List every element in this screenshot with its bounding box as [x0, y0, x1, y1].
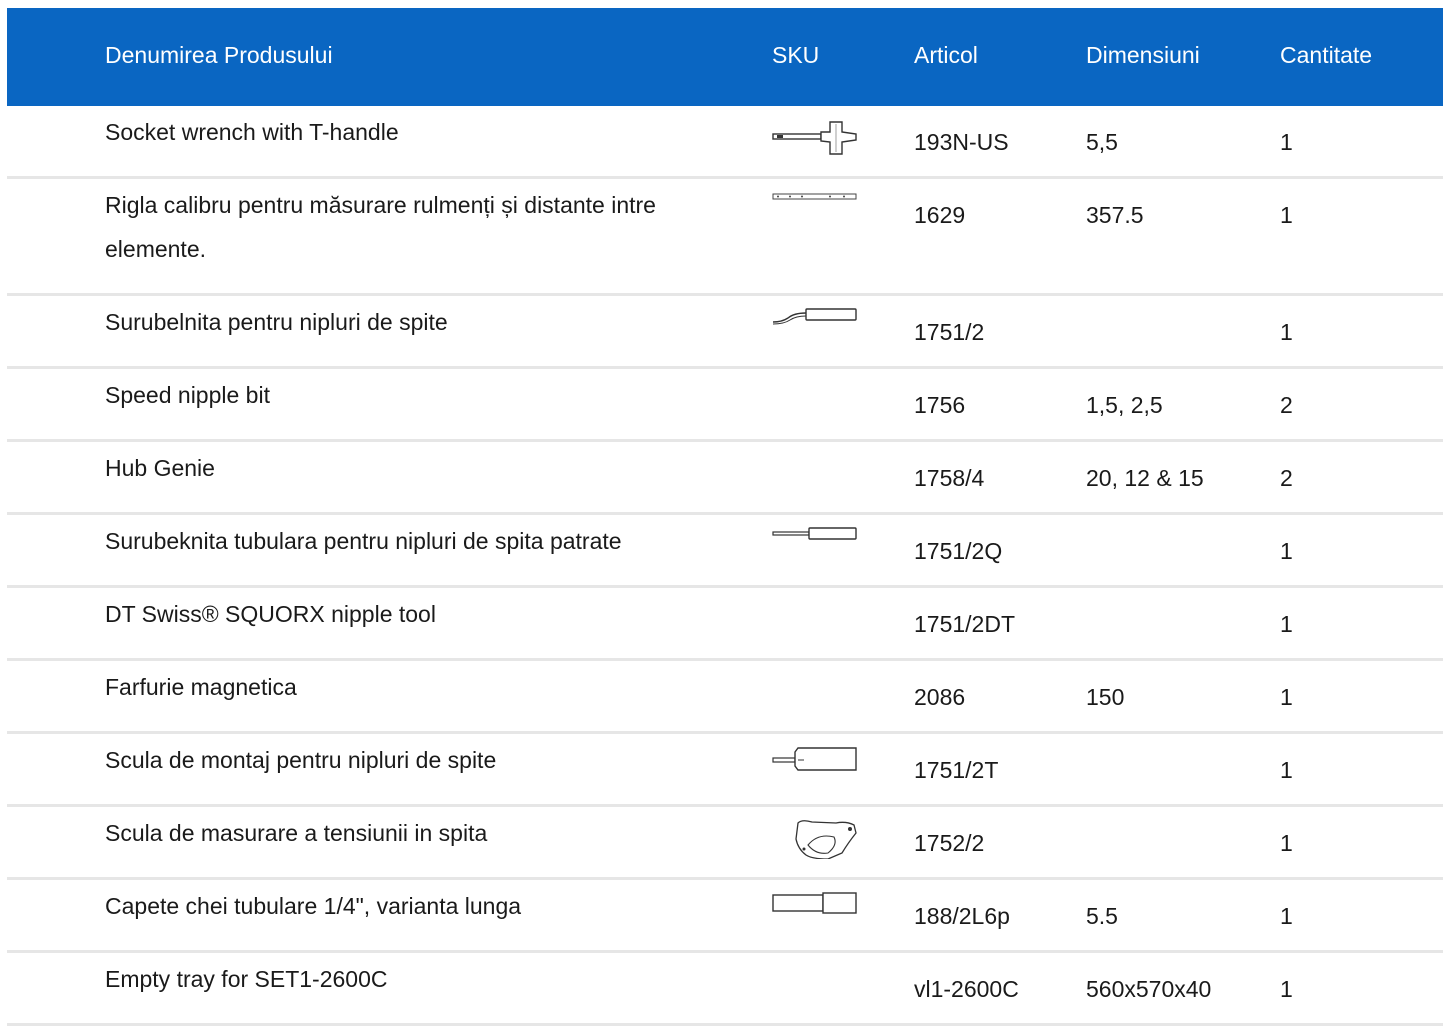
- table-row: Socket wrench with T-handle 193N-US 5,5 1: [7, 106, 1443, 179]
- table-row: DT Swiss® SQUORX nipple tool 1751/2DT 1: [7, 588, 1443, 661]
- product-name: Surubeknita tubulara pentru nipluri de s…: [105, 528, 622, 554]
- product-name: Surubelnita pentru nipluri de spite: [105, 309, 448, 335]
- product-name: Socket wrench with T-handle: [105, 119, 399, 145]
- screwdriver-icon[interactable]: [772, 527, 858, 567]
- measuring-ruler-icon[interactable]: [772, 191, 858, 231]
- nipple-driver-icon[interactable]: [772, 746, 858, 786]
- product-dimensiuni: 1,5, 2,5: [1086, 392, 1163, 418]
- product-dimensiuni: 5.5: [1086, 903, 1118, 929]
- table-body: Socket wrench with T-handle 193N-US 5,5 1 Ri…: [7, 106, 1443, 1026]
- product-articol: 2086: [914, 684, 966, 710]
- header-articol[interactable]: Articol: [914, 8, 978, 106]
- product-name: Scula de masurare a tensiunii in spita: [105, 820, 488, 846]
- product-articol: 188/2L6p: [914, 903, 1010, 929]
- product-cantitate: 1: [1280, 611, 1293, 637]
- product-name: Rigla calibru pentru măsurare rulmenți ș…: [105, 192, 656, 262]
- product-cantitate: 1: [1280, 684, 1293, 710]
- product-dimensiuni: 20, 12 & 15: [1086, 465, 1204, 491]
- header-dimensiuni[interactable]: Dimensiuni: [1086, 8, 1200, 106]
- product-articol: 1629: [914, 202, 966, 228]
- product-articol: 1751/2Q: [914, 538, 1003, 564]
- table-row: Surubeknita tubulara pentru nipluri de s…: [7, 515, 1443, 588]
- product-name: Empty tray for SET1-2600C: [105, 966, 388, 992]
- product-dimensiuni: 357.5: [1086, 202, 1144, 228]
- table-row: Surubelnita pentru nipluri de spite 1751/…: [7, 296, 1443, 369]
- table-row: Scula de montaj pentru nipluri de spite 1…: [7, 734, 1443, 807]
- product-articol: 1756: [914, 392, 966, 418]
- table-row: Rigla calibru pentru măsurare rulmenți ș…: [7, 179, 1443, 296]
- product-name: Capete chei tubulare 1/4", varianta lung…: [105, 893, 522, 919]
- t-handle-wrench-icon[interactable]: [772, 118, 858, 158]
- table-row: Farfurie magnetica 2086 150 1: [7, 661, 1443, 734]
- product-articol: vl1-2600C: [914, 976, 1019, 1002]
- table-row: Capete chei tubulare 1/4", varianta lung…: [7, 880, 1443, 953]
- header-cantitate[interactable]: Cantitate: [1280, 8, 1372, 106]
- product-cantitate: 1: [1280, 757, 1293, 783]
- products-table: Denumirea Produsului SKU Articol Dimensi…: [7, 8, 1443, 1026]
- product-dimensiuni: 560x570x40: [1086, 976, 1212, 1002]
- product-dimensiuni: 5,5: [1086, 129, 1118, 155]
- product-articol: 1751/2T: [914, 757, 999, 783]
- product-articol: 1752/2: [914, 830, 985, 856]
- product-articol: 1758/4: [914, 465, 985, 491]
- product-dimensiuni: 150: [1086, 684, 1125, 710]
- header-sku[interactable]: SKU: [772, 8, 819, 106]
- product-name: Farfurie magnetica: [105, 674, 297, 700]
- header-name[interactable]: Denumirea Produsului: [105, 8, 333, 106]
- table-row: Scula de masurare a tensiunii in spita 17…: [7, 807, 1443, 880]
- table-row: Hub Genie 1758/4 20, 12 & 15 2: [7, 442, 1443, 515]
- product-cantitate: 1: [1280, 319, 1293, 345]
- product-name: DT Swiss® SQUORX nipple tool: [105, 601, 436, 627]
- product-cantitate: 1: [1280, 538, 1293, 564]
- table-row: Speed nipple bit 1756 1,5, 2,5 2: [7, 369, 1443, 442]
- product-articol: 1751/2DT: [914, 611, 1016, 637]
- product-name: Speed nipple bit: [105, 382, 270, 408]
- product-cantitate: 1: [1280, 976, 1293, 1002]
- product-articol: 193N-US: [914, 129, 1009, 155]
- tension-meter-icon[interactable]: [772, 819, 858, 859]
- product-cantitate: 1: [1280, 830, 1293, 856]
- product-articol: 1751/2: [914, 319, 985, 345]
- product-cantitate: 1: [1280, 202, 1293, 228]
- bent-screwdriver-icon[interactable]: [772, 308, 858, 348]
- product-name: Hub Genie: [105, 455, 215, 481]
- product-cantitate: 2: [1280, 465, 1293, 491]
- socket-bit-icon[interactable]: [772, 892, 858, 932]
- product-name: Scula de montaj pentru nipluri de spite: [105, 747, 497, 773]
- product-cantitate: 1: [1280, 129, 1293, 155]
- table-header: Denumirea Produsului SKU Articol Dimensi…: [7, 8, 1443, 106]
- product-cantitate: 1: [1280, 903, 1293, 929]
- product-cantitate: 2: [1280, 392, 1293, 418]
